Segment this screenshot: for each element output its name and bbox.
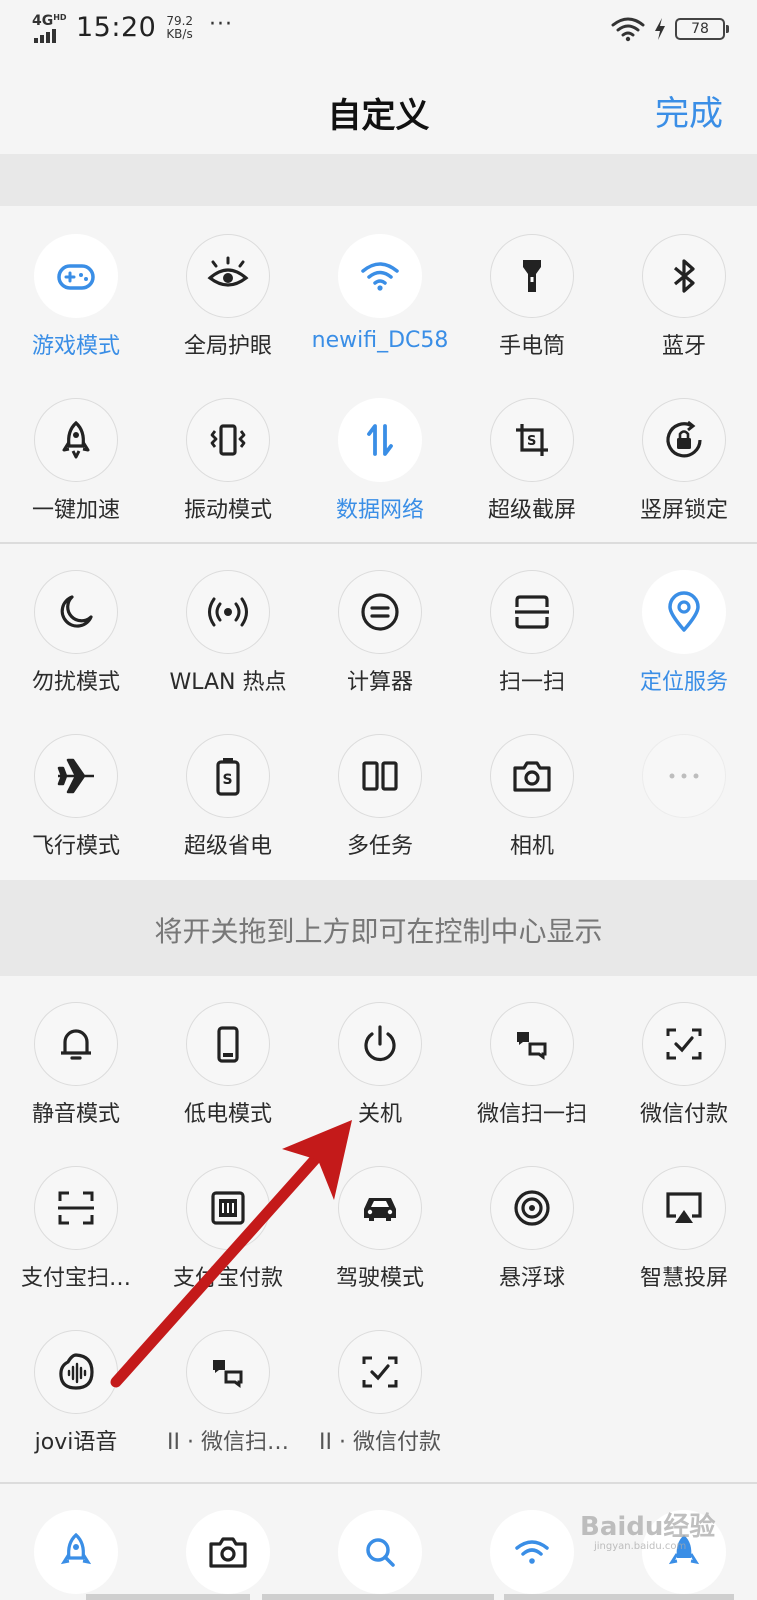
tile-label: 一键加速: [31, 498, 120, 523]
alipay-pay-icon: [211, 1191, 245, 1225]
bell-icon: [61, 1029, 91, 1060]
scan-icon: [515, 595, 549, 629]
svg-text:S: S: [223, 772, 233, 788]
airplane-icon: [57, 758, 94, 794]
wechat-scan-icon: [213, 1360, 243, 1388]
tile-label: 超级省电: [183, 834, 272, 859]
wifi-status-icon: [611, 17, 645, 42]
drag-hint-text: 将开关拖到上方即可在控制中心显示: [154, 915, 603, 948]
wechat-pay-icon: [666, 1028, 702, 1060]
bluetooth-icon: [673, 259, 695, 293]
tile-label: WLAN 热点: [169, 670, 287, 695]
car-icon: [364, 1198, 396, 1221]
tile-label: 悬浮球: [498, 1266, 565, 1291]
rocket-icon: [60, 1532, 92, 1565]
eye-icon: [207, 256, 249, 287]
flashlight-icon: [523, 260, 541, 292]
tile-label: 关机: [357, 1102, 402, 1127]
tile-label: newifi_DC58: [311, 328, 449, 353]
status-bar: 4GHD 15:20 79.2 KB/s ··· 78: [0, 0, 757, 60]
floating-ball-icon: [514, 1190, 550, 1226]
tile-label: jovi语音: [34, 1430, 118, 1455]
rotation-lock-icon: [666, 420, 702, 458]
header: 自定义 完成: [0, 60, 757, 154]
done-button[interactable]: 完成: [655, 86, 723, 135]
tile-label: 相机: [509, 834, 554, 859]
clock: 15:20: [76, 12, 157, 43]
charging-icon: [655, 18, 665, 40]
separator-band: [0, 154, 757, 206]
tile-label: 支付宝扫…: [20, 1266, 131, 1291]
screenshot-icon: S: [516, 424, 548, 456]
tile-label: 蓝牙: [661, 334, 706, 359]
location-icon: [668, 591, 700, 632]
tile-label: 低电模式: [183, 1102, 272, 1127]
tile-label: 多任务: [346, 834, 413, 859]
tile-label: 计算器: [346, 670, 413, 695]
tile-label: 驾驶模式: [335, 1266, 424, 1291]
home-indicator: [504, 1594, 734, 1600]
page-title: 自定义: [327, 96, 430, 136]
cellular-signal-icon: 4GHD: [32, 13, 70, 43]
data-network-icon: [367, 424, 393, 456]
tile-label: 超级截屏: [487, 498, 576, 523]
alipay-scan-icon: [58, 1191, 94, 1225]
tile-label: 静音模式: [31, 1102, 120, 1127]
search-icon: [366, 1538, 395, 1567]
tile-label: 微信付款: [639, 1102, 728, 1127]
watermark-logo: Baidu经验 jingyan.baidu.com: [580, 1512, 716, 1552]
tile-label: 游戏模式: [31, 334, 120, 359]
home-indicator: [86, 1594, 250, 1600]
more-notifications-icon: ···: [209, 12, 234, 37]
tile-label: 振动模式: [183, 498, 272, 523]
calculator-icon: [361, 593, 399, 631]
camera-icon: [513, 761, 551, 792]
tile-label: 微信扫一扫: [476, 1102, 587, 1127]
hotspot-icon: [208, 597, 248, 627]
wifi-icon: [515, 1540, 549, 1564]
tile-label: 支付宝付款: [172, 1266, 283, 1291]
tile-label: 全局护眼: [183, 334, 272, 359]
tile-label: 数据网络: [335, 498, 424, 523]
tile-label: 定位服务: [639, 670, 728, 695]
vibrate-icon: [210, 424, 246, 456]
wifi-icon: [361, 262, 399, 291]
rocket-icon: [62, 420, 90, 459]
tile-label: 手电筒: [498, 334, 565, 359]
wechat-pay-icon: [362, 1356, 398, 1388]
jovi-voice-icon: [59, 1353, 94, 1390]
power-icon: [364, 1025, 396, 1062]
tile-label: 竖屏锁定: [639, 498, 728, 523]
tile-label: 智慧投屏: [639, 1266, 728, 1291]
power-saving-icon: S: [216, 758, 240, 796]
home-indicator: [262, 1594, 494, 1600]
multitask-icon: [362, 761, 398, 791]
available-tiles-panel: 静音模式 低电模式 关机 微信扫一扫 微信付款 支付宝扫… 支付宝付款 驾驶模式…: [0, 976, 757, 1482]
low-battery-icon: [217, 1026, 239, 1063]
svg-text:S: S: [527, 434, 536, 449]
tile-label: 扫一扫: [498, 670, 565, 695]
wechat-scan-icon: [517, 1032, 547, 1060]
active-tiles-panel-lower: 勿扰模式 WLAN 热点 计算器 扫一扫 定位服务 飞行模式 S 超级省电 多任…: [0, 544, 757, 880]
camera-icon: [209, 1537, 247, 1568]
network-speed: 79.2 KB/s: [166, 13, 194, 41]
hint-band: 将开关拖到上方即可在控制中心显示: [0, 880, 757, 976]
tile-label: 勿扰模式: [31, 670, 120, 695]
moon-icon: [60, 595, 93, 628]
tile-label: II · 微信扫…: [167, 1430, 289, 1455]
more-dots-icon: [669, 773, 699, 779]
gamepad-icon: [57, 264, 95, 290]
tile-label: II · 微信付款: [319, 1430, 441, 1455]
battery-indicator: 78: [675, 18, 729, 40]
tile-label: 飞行模式: [31, 834, 120, 859]
screen-cast-icon: [666, 1192, 702, 1223]
